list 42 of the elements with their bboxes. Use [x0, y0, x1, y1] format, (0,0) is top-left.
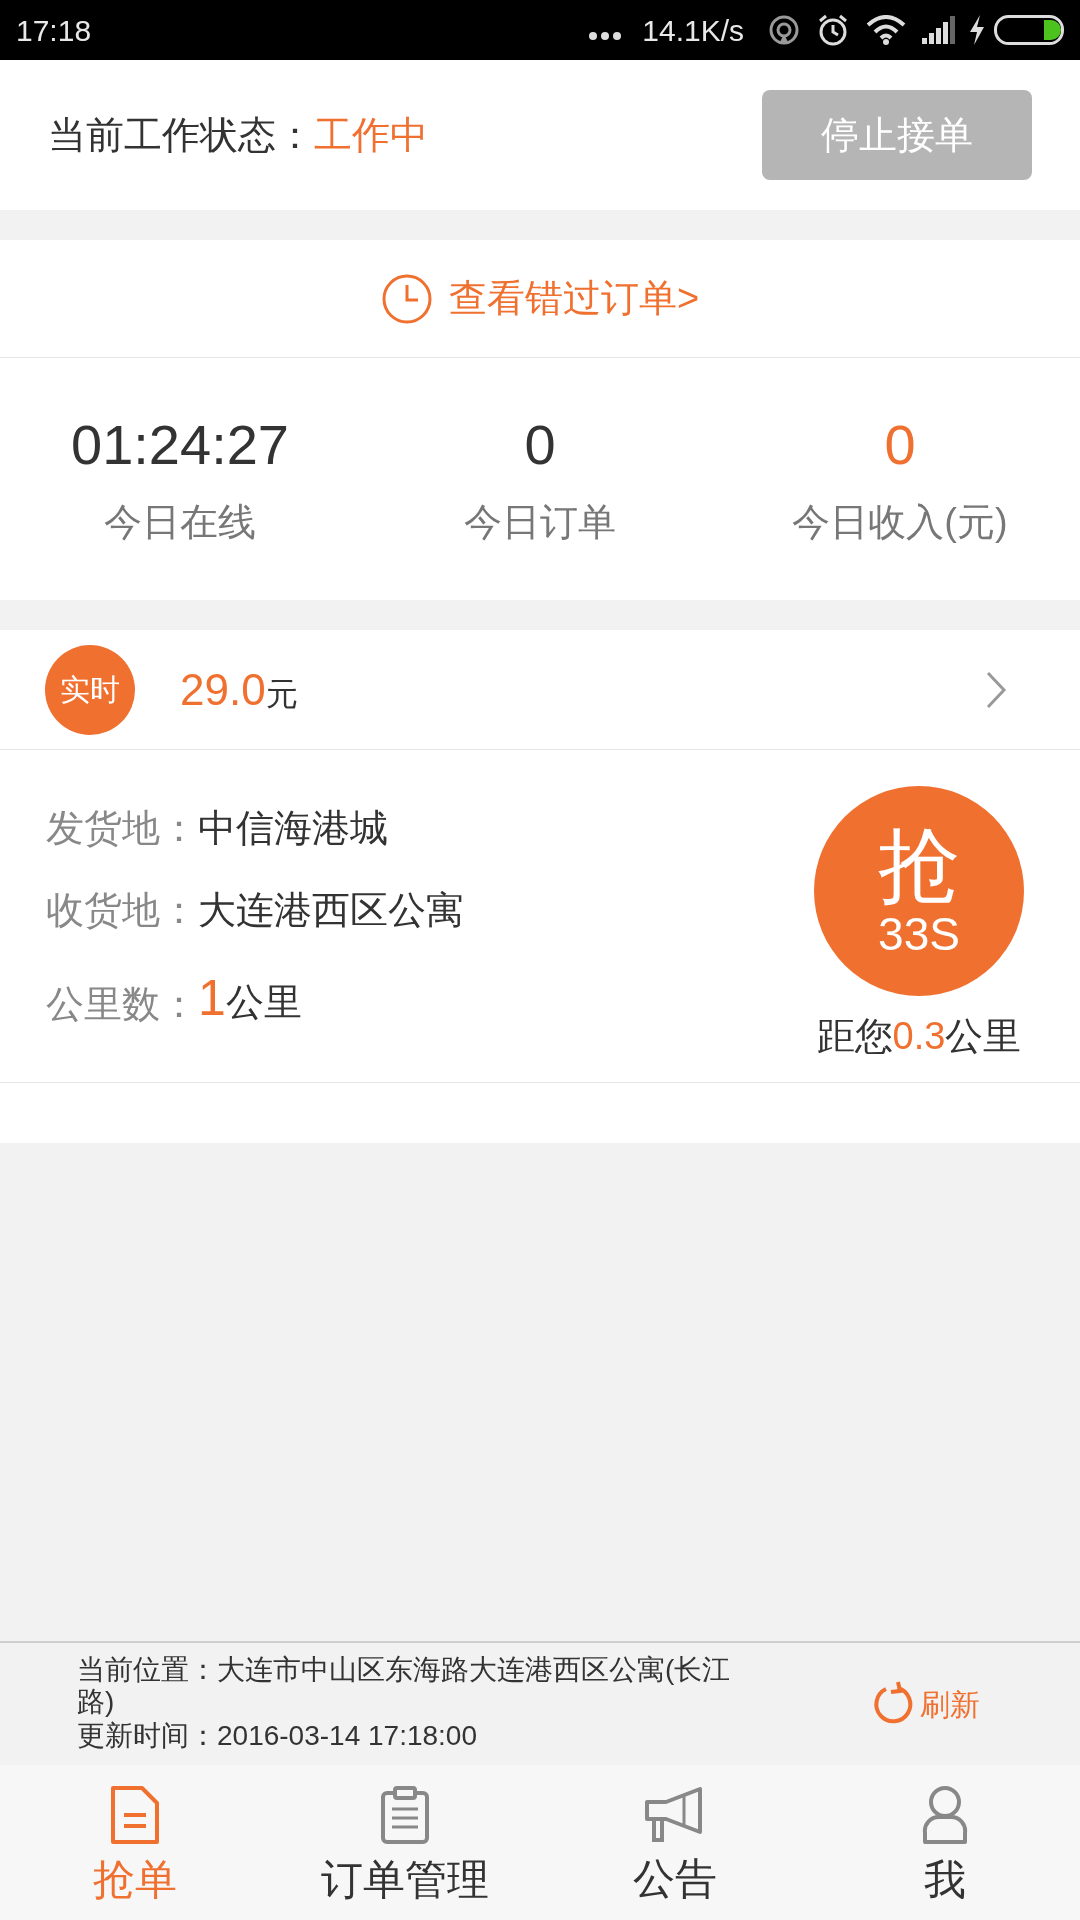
- stat-value: 0: [524, 417, 556, 473]
- stat-value: 01:24:27: [71, 417, 289, 473]
- detail-value: 1公里: [198, 973, 302, 1023]
- grab-order-button[interactable]: 抢 33S: [814, 785, 1024, 996]
- hotspot-icon: [768, 14, 800, 46]
- detail-label: 收货地：: [46, 891, 198, 929]
- refresh-button[interactable]: 刷新: [870, 1681, 980, 1727]
- document-icon: [110, 1784, 160, 1845]
- stop-orders-button[interactable]: 停止接单: [762, 90, 1032, 180]
- stat-value: 0: [884, 417, 916, 473]
- order-price: 29.0元: [180, 663, 298, 716]
- signal-icon: [922, 16, 956, 44]
- chevron-right-icon: [985, 669, 1007, 710]
- update-time-text: 更新时间：2016-03-14 17:18:00: [77, 1719, 478, 1753]
- nav-tab[interactable]: 我: [810, 1765, 1080, 1920]
- nav-tab[interactable]: 抢单: [0, 1765, 270, 1920]
- detail-value: 大连港西区公寓: [198, 891, 464, 929]
- battery-icon: [994, 15, 1064, 45]
- detail-value: 中信海港城: [198, 809, 388, 847]
- order-summary-row[interactable]: 实时 29.0元: [0, 630, 1080, 750]
- detail-label: 公里数：: [46, 985, 198, 1023]
- stat-label: 今日在线: [104, 503, 256, 541]
- charging-icon: [968, 15, 986, 45]
- status-time: 17:18: [16, 12, 92, 49]
- clock-icon: [380, 272, 433, 325]
- alarm-clock-icon: [816, 13, 850, 47]
- nav-tab[interactable]: 公告: [540, 1765, 810, 1920]
- person-icon: [922, 1784, 968, 1845]
- distance-text: 距您0.3公里: [816, 1013, 1022, 1059]
- realtime-badge: 实时: [45, 644, 135, 735]
- more-dots-icon: [588, 31, 623, 41]
- nav-tab[interactable]: 订单管理: [270, 1765, 540, 1920]
- stat-label: 今日订单: [464, 503, 616, 541]
- current-location-text: 当前位置：大连市中山区东海路大连港西区公寓(长江路): [77, 1654, 732, 1718]
- wifi-icon: [866, 15, 906, 45]
- stat-label: 今日收入(元): [792, 503, 1008, 541]
- network-speed: 14.1K/s: [642, 12, 744, 49]
- work-status-label: 当前工作状态：: [48, 112, 314, 158]
- clipboard-icon: [380, 1784, 430, 1845]
- work-status-value: 工作中: [314, 112, 428, 158]
- detail-label: 发货地：: [46, 809, 198, 847]
- missed-orders-link[interactable]: 查看错过订单>: [448, 270, 700, 327]
